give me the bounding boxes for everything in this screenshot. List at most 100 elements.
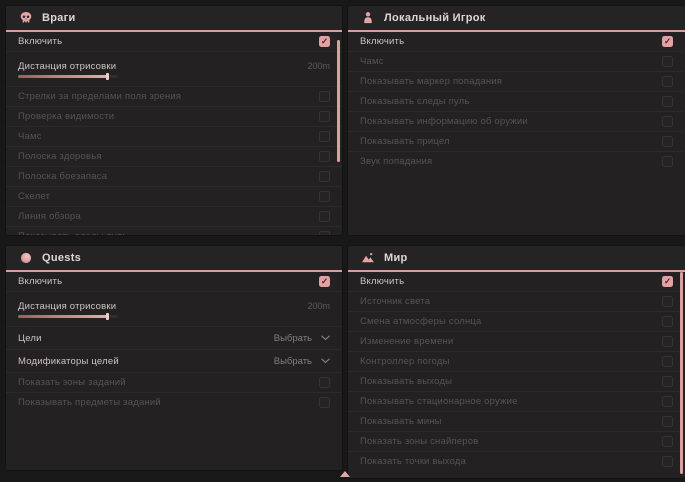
setting-label: Показывать стационарное оружие [360, 396, 518, 407]
setting-label: Полоска здоровья [18, 151, 102, 162]
checkbox[interactable] [319, 191, 330, 202]
panel-title: Quests [42, 252, 81, 264]
quest-orb-icon [19, 251, 33, 265]
row-toggle: Показывать следы пуль [6, 226, 342, 235]
slider-knob[interactable] [106, 73, 109, 80]
row-toggle: Стрелки за пределами поля зрения [6, 86, 342, 106]
checkbox[interactable] [319, 397, 330, 408]
panel-world: Мир Включить ✓ Источник света Смена атмосфе… [348, 246, 685, 478]
setting-label: Чамс [18, 131, 42, 142]
setting-label: Показать зоны заданий [18, 377, 126, 388]
row-toggle: Источник света [348, 291, 685, 311]
row-slider: Дистанция отрисовки200m [6, 51, 342, 86]
setting-label: Показать точки выхода [360, 456, 466, 467]
setting-label: Включить [18, 276, 62, 287]
checkbox[interactable]: ✓ [662, 36, 673, 47]
slider-fill [18, 75, 108, 78]
row-toggle: Звук попадания [348, 151, 685, 171]
dropdown[interactable]: Выбрать [274, 356, 330, 367]
row-toggle: Чамс [6, 126, 342, 146]
row-toggle: Показать зоны снайперов [348, 431, 685, 451]
row-toggle: Включить ✓ [6, 272, 342, 291]
dropdown-value: Выбрать [274, 333, 312, 344]
setting-label: Дистанция отрисовки [18, 301, 116, 312]
row-toggle: Линия обзора [6, 206, 342, 226]
panel-enemies-header: Враги [6, 6, 342, 32]
checkbox[interactable] [662, 116, 673, 127]
dropdown[interactable]: Выбрать [274, 333, 330, 344]
scrollbar-thumb[interactable] [337, 40, 340, 162]
setting-label: Цели [18, 333, 42, 344]
panel-world-rows: Включить ✓ Источник света Смена атмосферы с… [348, 272, 685, 471]
slider-label-row: Дистанция отрисовки200m [18, 61, 330, 72]
slider-value: 200m [307, 301, 330, 311]
setting-label: Показывать маркер попадания [360, 76, 502, 87]
setting-label: Модификаторы целей [18, 356, 119, 367]
setting-label: Источник света [360, 296, 430, 307]
checkbox[interactable] [662, 96, 673, 107]
checkbox[interactable] [319, 131, 330, 142]
checkbox[interactable] [319, 231, 330, 235]
checkbox[interactable]: ✓ [319, 36, 330, 47]
row-toggle: Изменение времени [348, 331, 685, 351]
row-toggle: Показывать информацию об оружии [348, 111, 685, 131]
row-toggle: Проверка видимости [6, 106, 342, 126]
row-toggle: Показывать следы пуль [348, 91, 685, 111]
checkbox[interactable] [319, 211, 330, 222]
slider[interactable] [18, 315, 118, 318]
slider-label-row: Дистанция отрисовки 200m [18, 301, 330, 312]
slider[interactable] [18, 75, 118, 78]
panel-quests: Quests Включить ✓ Дистанция отрисовки 200m Ц… [6, 246, 342, 470]
setting-label: Включить [360, 36, 404, 47]
row-slider: Дистанция отрисовки 200m [6, 291, 342, 326]
checkbox[interactable] [662, 356, 673, 367]
checkbox[interactable] [662, 336, 673, 347]
checkbox[interactable] [662, 316, 673, 327]
setting-label: Проверка видимости [18, 111, 114, 122]
skull-icon [19, 11, 33, 25]
checkbox[interactable]: ✓ [319, 276, 330, 287]
panel-world-header: Мир [348, 246, 685, 272]
row-toggle: Полоска здоровья [6, 146, 342, 166]
setting-label: Показывать следы пуль [18, 231, 128, 235]
setting-label: Показывать информацию об оружии [360, 116, 528, 127]
checkbox[interactable] [319, 171, 330, 182]
checkbox[interactable] [662, 436, 673, 447]
setting-label: Показывать прицел [360, 136, 450, 147]
setting-label: Показывать следы пуль [360, 96, 470, 107]
row-toggle: Показывать прицел [348, 131, 685, 151]
setting-label: Смена атмосферы солнца [360, 316, 482, 327]
dropdown-value: Выбрать [274, 356, 312, 367]
setting-label: Стрелки за пределами поля зрения [18, 91, 181, 102]
panel-title: Локальный Игрок [384, 12, 486, 24]
row-toggle: Показывать мины [348, 411, 685, 431]
checkbox[interactable] [319, 111, 330, 122]
setting-label: Звук попадания [360, 156, 432, 167]
setting-label: Дистанция отрисовки [18, 61, 116, 72]
checkbox[interactable]: ✓ [662, 276, 673, 287]
checkbox[interactable] [662, 136, 673, 147]
checkbox[interactable] [662, 376, 673, 387]
checkbox[interactable] [319, 151, 330, 162]
slider-knob[interactable] [106, 313, 109, 320]
checkbox[interactable] [662, 396, 673, 407]
checkbox[interactable] [662, 56, 673, 67]
cursor-triangle-icon [340, 471, 350, 477]
checkbox[interactable] [662, 156, 673, 167]
checkbox[interactable] [662, 296, 673, 307]
checkbox[interactable] [662, 416, 673, 427]
panel-title: Мир [384, 252, 408, 264]
setting-label: Линия обзора [18, 211, 81, 222]
setting-label: Включить [360, 276, 404, 287]
row-toggle: Включить ✓ [348, 32, 685, 51]
row-toggle: Полоска боезапаса [6, 166, 342, 186]
chevron-down-icon [321, 358, 330, 364]
checkbox[interactable] [319, 91, 330, 102]
scrollbar-thumb[interactable] [680, 272, 683, 474]
checkbox[interactable] [319, 377, 330, 388]
checkbox[interactable] [662, 456, 673, 467]
panel-title: Враги [42, 12, 76, 24]
slider-fill [18, 315, 108, 318]
mountain-icon [361, 251, 375, 265]
checkbox[interactable] [662, 76, 673, 87]
